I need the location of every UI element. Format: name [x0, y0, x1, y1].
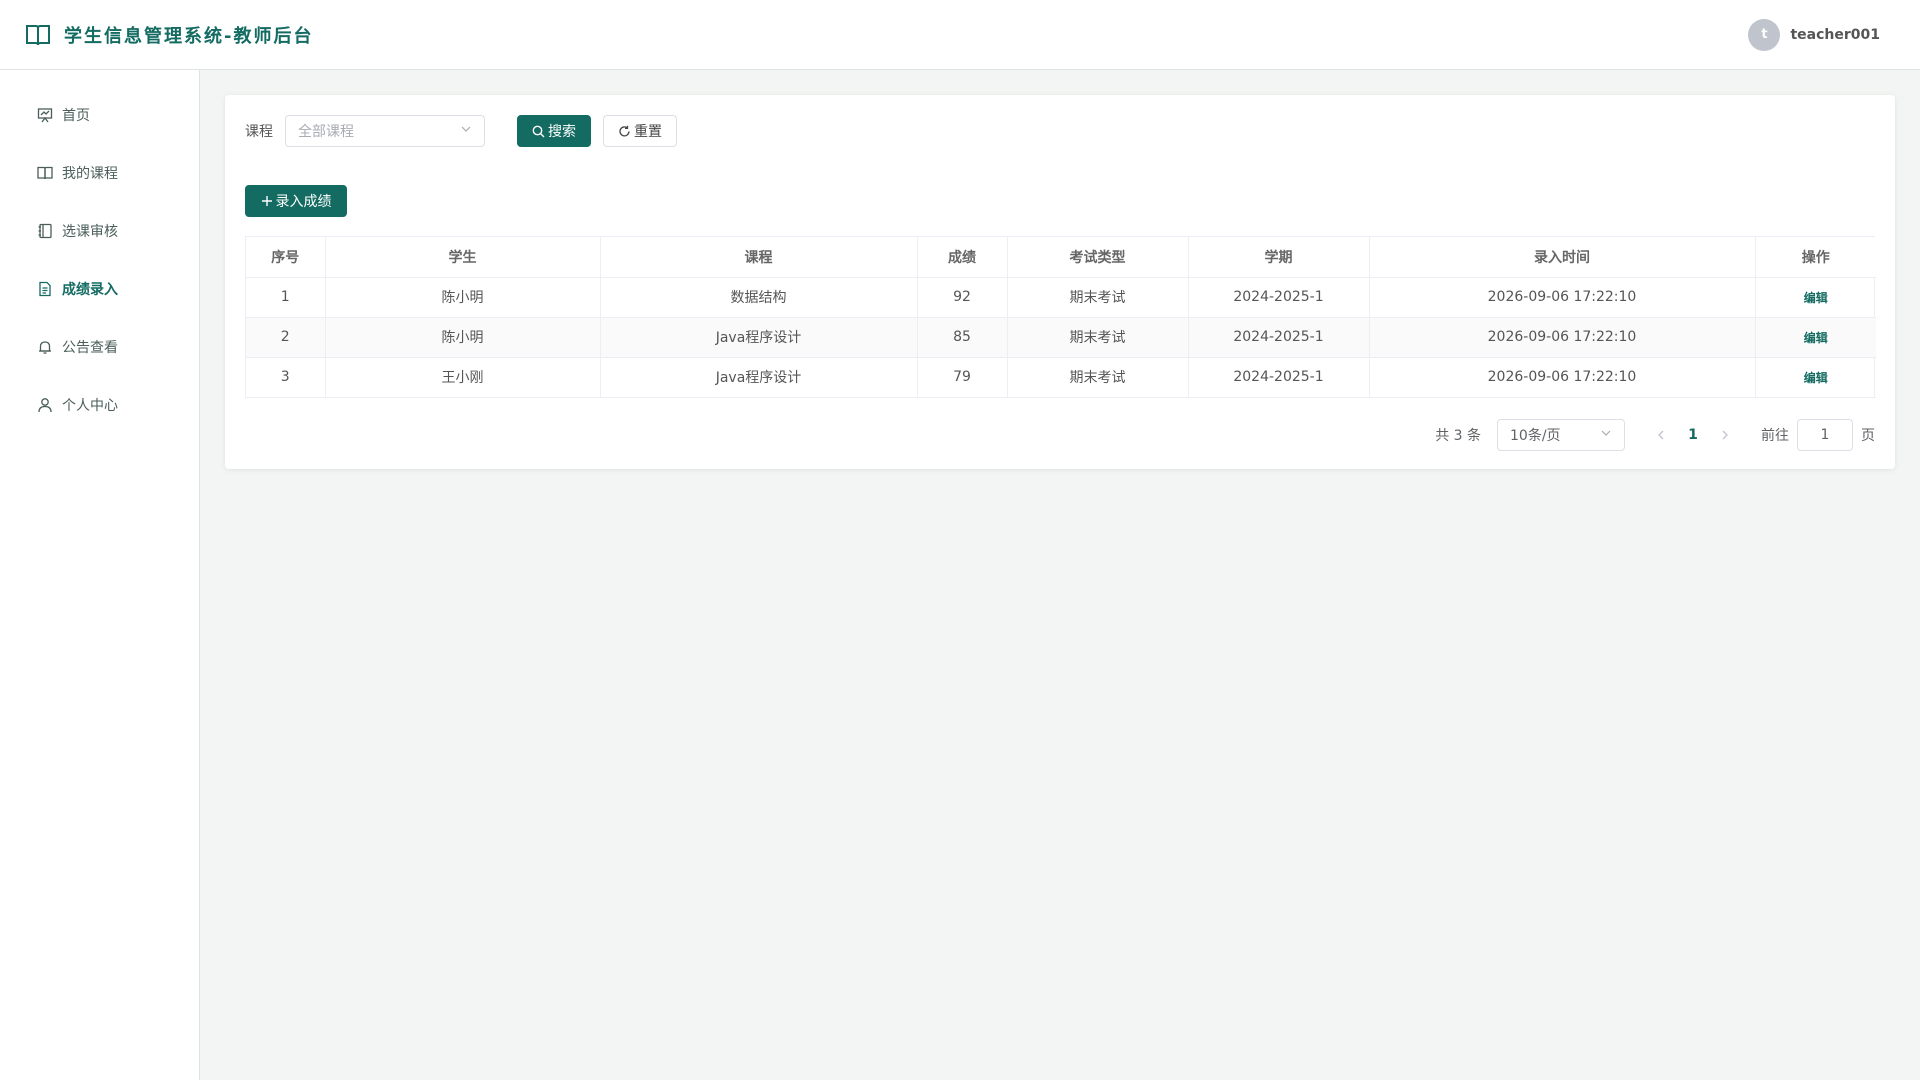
cell-entry-time: 2026-09-06 17:22:10 [1369, 357, 1756, 398]
cell-student: 王小刚 [325, 357, 601, 398]
cell-exam-type: 期末考试 [1007, 357, 1189, 398]
column-header: 序号 [246, 237, 326, 278]
sidebar-item-label: 我的课程 [62, 166, 118, 182]
course-filter-label: 课程 [245, 124, 273, 140]
edit-link[interactable]: 编辑 [1804, 371, 1828, 385]
cell-action: 编辑 [1755, 277, 1876, 318]
username[interactable]: teacher001 [1790, 27, 1880, 43]
plus-icon [261, 195, 273, 207]
book-icon [36, 164, 54, 182]
table-header-row: 序号 学生 课程 成绩 考试类型 学期 录入时间 操作 [246, 237, 1876, 278]
pagination-total: 共 3 条 [1435, 428, 1481, 444]
sidebar-item-label: 公告查看 [62, 340, 118, 356]
column-header: 课程 [600, 237, 918, 278]
cell-entry-time: 2026-09-06 17:22:10 [1369, 277, 1756, 318]
cell-score: 79 [917, 357, 1008, 398]
goto-label: 前往 [1761, 428, 1789, 444]
brand: 学生信息管理系统-教师后台 [0, 21, 313, 49]
column-header: 操作 [1755, 237, 1876, 278]
page-number-current[interactable]: 1 [1677, 427, 1709, 443]
sidebar-item-profile[interactable]: 个人中心 [0, 376, 199, 434]
goto-page-unit: 页 [1861, 428, 1875, 444]
add-grade-button-label: 录入成绩 [275, 194, 332, 210]
sidebar-item-label: 首页 [62, 108, 90, 124]
cell-course: 数据结构 [600, 277, 918, 318]
cell-index: 1 [246, 277, 326, 318]
top-header: 学生信息管理系统-教师后台 t teacher001 [0, 0, 1920, 70]
user-menu[interactable]: t teacher001 [1748, 18, 1920, 51]
column-header: 考试类型 [1007, 237, 1189, 278]
table-row: 1 陈小明 数据结构 92 期末考试 2024-2025-1 2026-09-0… [246, 277, 1876, 318]
cell-term: 2024-2025-1 [1188, 317, 1370, 358]
cell-exam-type: 期末考试 [1007, 277, 1189, 318]
column-header: 成绩 [917, 237, 1008, 278]
cell-term: 2024-2025-1 [1188, 357, 1370, 398]
reset-button[interactable]: 重置 [603, 115, 677, 147]
sidebar-item-label: 成绩录入 [62, 282, 118, 298]
cell-student: 陈小明 [325, 317, 601, 358]
table-row: 2 陈小明 Java程序设计 85 期末考试 2024-2025-1 2026-… [246, 317, 1876, 358]
bell-icon [36, 338, 54, 356]
table-row: 3 王小刚 Java程序设计 79 期末考试 2024-2025-1 2026-… [246, 357, 1876, 398]
chevron-down-icon [460, 123, 472, 139]
sidebar-item-my-courses[interactable]: 我的课程 [0, 144, 199, 202]
sidebar-item-enrollment-review[interactable]: 选课审核 [0, 202, 199, 260]
cell-term: 2024-2025-1 [1188, 277, 1370, 318]
cell-index: 2 [246, 317, 326, 358]
avatar[interactable]: t [1748, 18, 1781, 51]
chevron-right-icon[interactable] [1709, 419, 1741, 451]
column-header: 学生 [325, 237, 601, 278]
search-icon [532, 125, 545, 138]
sidebar-item-home[interactable]: 首页 [0, 86, 199, 144]
filter-bar: 课程 全部课程 搜索 重置 [245, 115, 677, 147]
book-open-icon [24, 21, 52, 49]
user-icon [36, 396, 54, 414]
search-button-label: 搜索 [548, 124, 576, 140]
cell-action: 编辑 [1755, 317, 1876, 358]
cell-exam-type: 期末考试 [1007, 317, 1189, 358]
sidebar-item-grade-entry[interactable]: 成绩录入 [0, 260, 199, 318]
add-grade-button[interactable]: 录入成绩 [245, 185, 347, 217]
cell-student: 陈小明 [325, 277, 601, 318]
chevron-left-icon[interactable] [1645, 419, 1677, 451]
edit-link[interactable]: 编辑 [1804, 291, 1828, 305]
reset-button-label: 重置 [634, 124, 662, 140]
course-select-placeholder: 全部课程 [298, 124, 354, 140]
sidebar-item-label: 选课审核 [62, 224, 118, 240]
sidebar: 首页 我的课程 选课审核 成绩录入 公告查看 个人中心 [0, 70, 200, 1080]
search-button[interactable]: 搜索 [517, 115, 591, 147]
grades-table: 序号 学生 课程 成绩 考试类型 学期 录入时间 操作 1 陈小明 数据结构 9… [245, 236, 1876, 398]
refresh-icon [618, 125, 631, 138]
edit-link[interactable]: 编辑 [1804, 331, 1828, 345]
pagination: 共 3 条 10条/页 1 前往 1 页 [1435, 419, 1875, 451]
page-size-select[interactable]: 10条/页 [1497, 419, 1625, 451]
cell-entry-time: 2026-09-06 17:22:10 [1369, 317, 1756, 358]
column-header: 学期 [1188, 237, 1370, 278]
sidebar-item-announcements[interactable]: 公告查看 [0, 318, 199, 376]
sidebar-item-label: 个人中心 [62, 398, 118, 414]
page-size-value: 10条/页 [1510, 428, 1561, 444]
cell-action: 编辑 [1755, 357, 1876, 398]
cell-score: 92 [917, 277, 1008, 318]
cell-score: 85 [917, 317, 1008, 358]
cell-course: Java程序设计 [600, 317, 918, 358]
cell-index: 3 [246, 357, 326, 398]
app-title: 学生信息管理系统-教师后台 [64, 25, 314, 47]
course-select[interactable]: 全部课程 [285, 115, 485, 147]
goto-page-input[interactable]: 1 [1797, 419, 1853, 451]
column-header: 录入时间 [1369, 237, 1756, 278]
notebook-icon [36, 222, 54, 240]
grade-entry-panel: 课程 全部课程 搜索 重置 录入成绩 序号 学生 课程 成绩 考试类型 学期 录… [225, 95, 1895, 469]
cell-course: Java程序设计 [600, 357, 918, 398]
chevron-down-icon [1600, 427, 1612, 443]
presentation-chart-icon [36, 106, 54, 124]
document-icon [36, 280, 54, 298]
